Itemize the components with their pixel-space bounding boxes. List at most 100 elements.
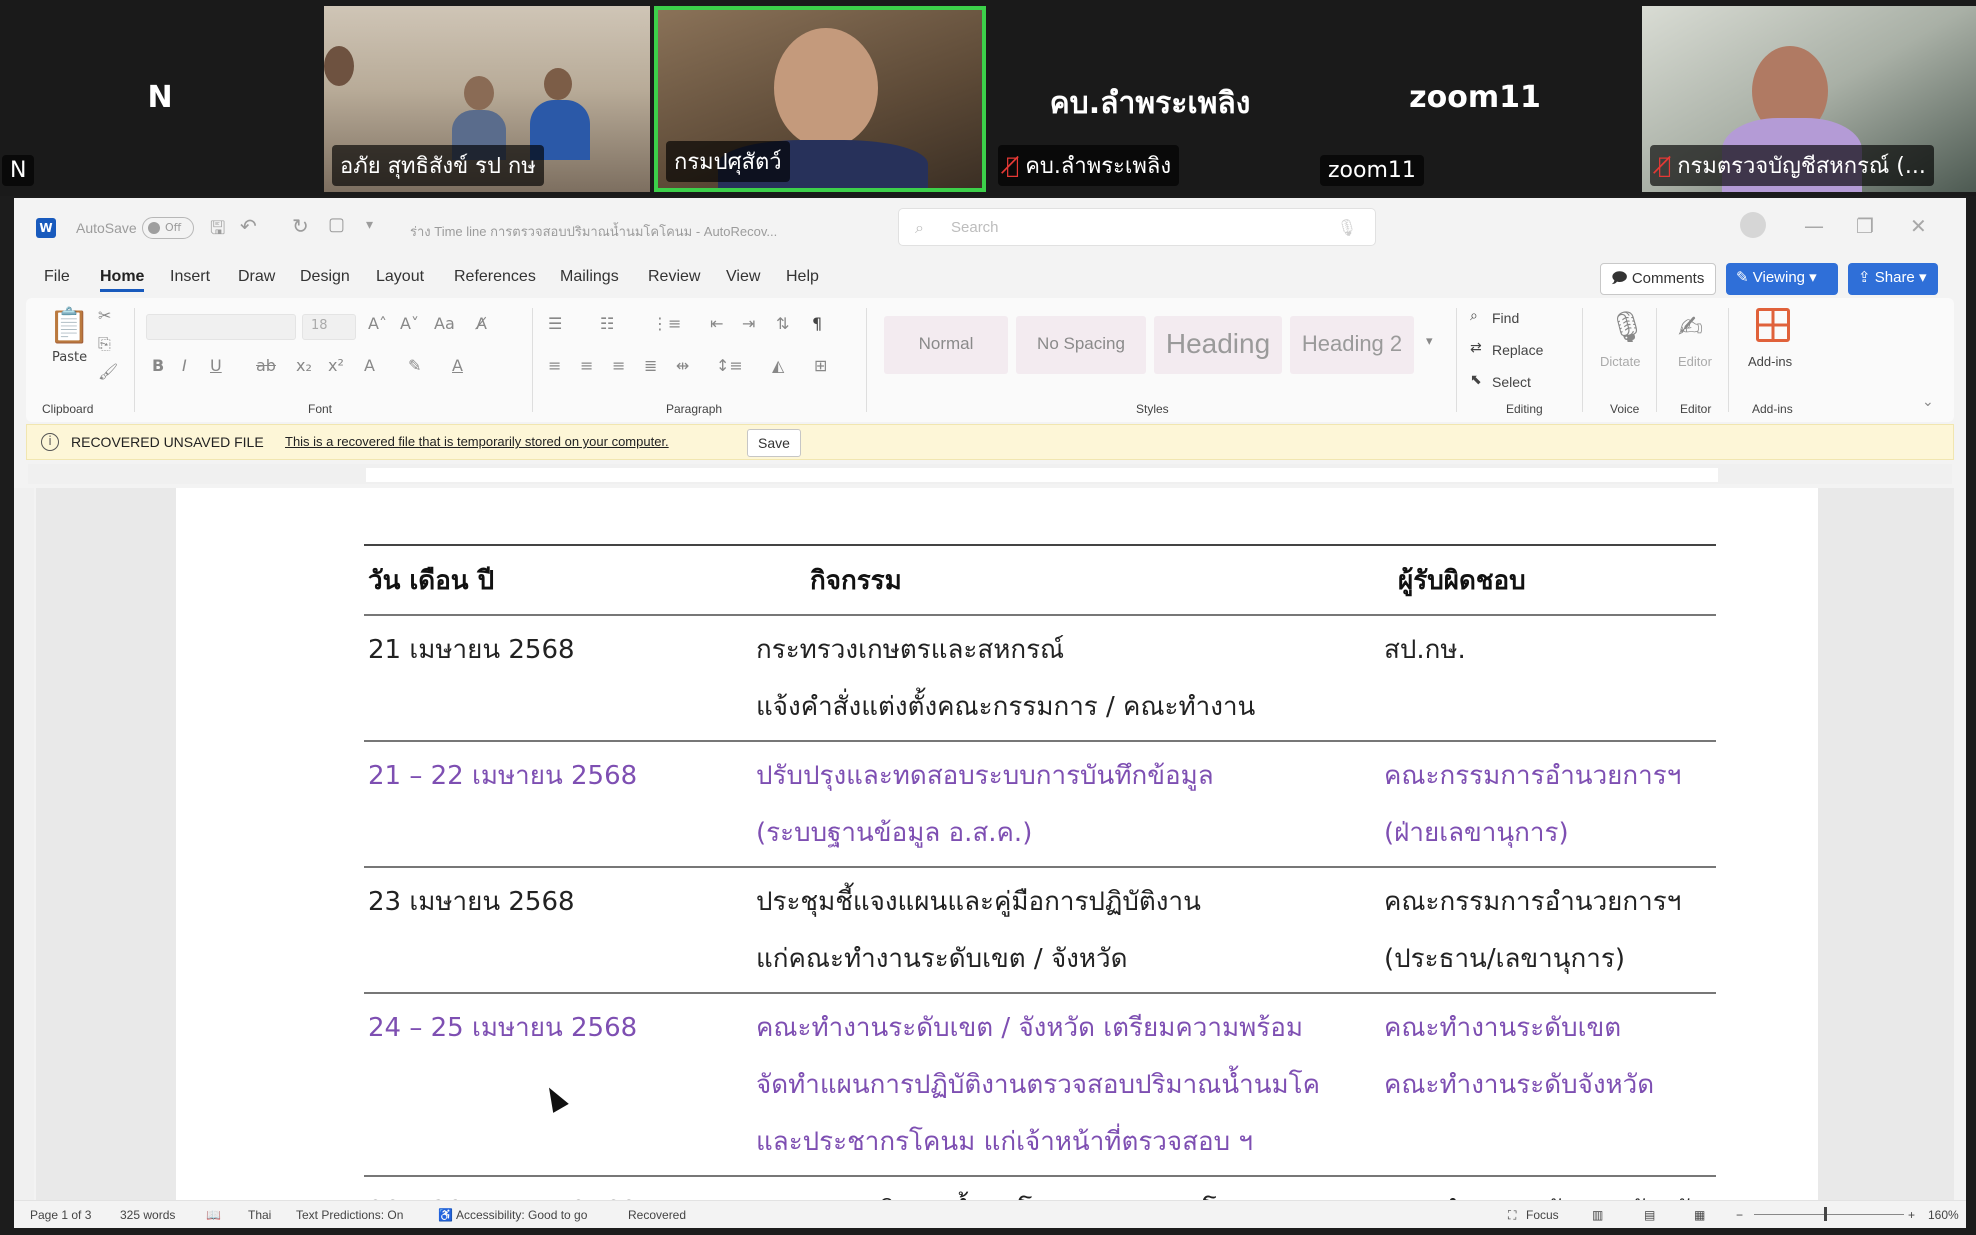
underline-icon[interactable]: U <box>210 356 222 375</box>
account-avatar[interactable] <box>1740 212 1766 238</box>
participant-tile-kb[interactable]: คบ.ลำพระเพลิง 🎙̸ คบ.ลำพระเพลิง <box>990 6 1310 192</box>
cell-activity[interactable]: ปรับปรุงและทดสอบระบบการบันทึกข้อมูล (ระบ… <box>752 741 1380 868</box>
thai-distributed-icon[interactable]: ⇹ <box>676 356 689 375</box>
participant-tile-zoom11[interactable]: zoom11 zoom11 <box>1312 6 1638 192</box>
comments-button[interactable]: 🗩 Comments <box>1600 263 1716 295</box>
tab-file[interactable]: File <box>44 268 70 286</box>
tab-review[interactable]: Review <box>648 268 700 286</box>
italic-icon[interactable]: I <box>182 356 187 375</box>
paste-icon[interactable]: 📋 <box>48 306 90 346</box>
search-box[interactable]: ⌕ Search 🎙 <box>898 208 1376 246</box>
print-layout-icon[interactable]: ▤ <box>1644 1208 1655 1222</box>
document-page[interactable]: วัน เดือน ปี กิจกรรม ผู้รับผิดชอบ 21 เมษ… <box>176 488 1818 1200</box>
find-label[interactable]: Find <box>1492 310 1519 326</box>
save-icon[interactable]: 🖫 <box>210 216 225 246</box>
tab-mailings[interactable]: Mailings <box>560 268 619 286</box>
bullets-icon[interactable]: ☰ <box>548 314 562 333</box>
style-normal[interactable]: Normal <box>884 316 1008 374</box>
cut-icon[interactable]: ✂ <box>98 306 111 325</box>
align-right-icon[interactable]: ≡ <box>612 356 625 375</box>
microphone-icon[interactable]: 🎙 <box>1337 218 1357 237</box>
editor-icon[interactable]: ✍ <box>1678 310 1703 345</box>
focus-label[interactable]: Focus <box>1526 1208 1559 1222</box>
cell-owner[interactable]: คณะทำงานระดับเขต/จังหวัด <box>1380 1176 1716 1200</box>
tab-design[interactable]: Design <box>300 268 350 286</box>
superscript-icon[interactable]: x² <box>328 356 344 375</box>
zoom-level[interactable]: 160% <box>1928 1208 1959 1222</box>
language-indicator[interactable]: Thai <box>248 1208 271 1222</box>
tab-layout[interactable]: Layout <box>376 268 424 286</box>
format-painter-icon[interactable]: 🖌 <box>98 362 118 381</box>
align-center-icon[interactable]: ≡ <box>580 356 593 375</box>
find-icon[interactable]: ⌕ <box>1470 308 1478 324</box>
viewing-mode-button[interactable]: ✎ Viewing ▾ <box>1726 263 1838 295</box>
cell-activity[interactable]: ตรวจสอบปริมาณน้ำนมโคและประชากรโคนม <box>752 1176 1380 1200</box>
zoom-in-icon[interactable]: + <box>1908 1208 1915 1222</box>
replace-icon[interactable]: ⇄ <box>1470 340 1482 356</box>
close-icon[interactable]: ✕ <box>1910 214 1927 238</box>
cell-owner[interactable]: คณะกรรมการอำนวยการฯ (ประธาน/เลขานุการ) <box>1380 867 1716 994</box>
select-icon[interactable]: ⬉ <box>1470 372 1482 388</box>
justify-icon[interactable]: ≣ <box>644 356 657 375</box>
style-heading-1[interactable]: Heading <box>1154 316 1282 374</box>
font-size-box[interactable]: 18 <box>302 314 356 340</box>
horizontal-ruler[interactable] <box>28 464 1952 484</box>
style-no-spacing[interactable]: No Spacing <box>1016 316 1146 374</box>
increase-indent-icon[interactable]: ⇥ <box>742 314 755 333</box>
cell-date[interactable]: 21 – 22 เมษายน 2568 <box>364 741 752 868</box>
copy-icon[interactable]: ⎘ <box>98 334 111 354</box>
align-left-icon[interactable]: ≡ <box>548 356 561 375</box>
add-ins-label[interactable]: Add-ins <box>1748 354 1792 369</box>
text-effects-icon[interactable]: A <box>364 356 375 375</box>
clear-formatting-icon[interactable]: A̸ <box>476 314 487 333</box>
save-button[interactable]: Save <box>747 429 801 457</box>
customize-toolbar-icon[interactable]: ▾ <box>366 216 373 233</box>
undo-icon[interactable]: ↶ <box>240 214 257 239</box>
tab-references[interactable]: References <box>454 268 536 286</box>
participant-tile-room[interactable]: อภัย สุทธิสังข์ รป กษ <box>324 6 650 192</box>
participant-tile-active-speaker[interactable]: กรมปศุสัตว์ <box>654 6 986 192</box>
change-case-icon[interactable]: Aa <box>434 314 455 333</box>
line-spacing-icon[interactable]: ↕≡ <box>716 356 743 375</box>
zoom-out-icon[interactable]: − <box>1736 1208 1743 1222</box>
bold-icon[interactable]: B <box>152 356 164 375</box>
autosave-toggle[interactable]: Off <box>142 217 194 239</box>
cell-activity[interactable]: คณะทำงานระดับเขต / จังหวัด เตรียมความพร้… <box>752 993 1380 1177</box>
paste-label[interactable]: Paste <box>52 350 87 365</box>
proofing-icon[interactable]: 📖 <box>206 1208 221 1222</box>
style-heading-2[interactable]: Heading 2 <box>1290 316 1414 374</box>
multilevel-list-icon[interactable]: ⋮≡ <box>652 314 681 333</box>
numbering-icon[interactable]: ☷ <box>600 314 614 333</box>
add-ins-icon[interactable] <box>1756 308 1790 342</box>
zoom-slider-thumb[interactable] <box>1824 1207 1827 1221</box>
cell-owner[interactable]: คณะกรรมการอำนวยการฯ (ฝ่ายเลขานุการ) <box>1380 741 1716 868</box>
shrink-font-icon[interactable]: A˅ <box>400 314 419 333</box>
word-count[interactable]: 325 words <box>120 1208 175 1222</box>
message-text-link[interactable]: This is a recovered file that is tempora… <box>285 434 669 449</box>
cell-owner[interactable]: คณะทำงานระดับเขต คณะทำงานระดับจังหวัด <box>1380 993 1716 1177</box>
shading-icon[interactable]: ◭ <box>772 356 784 375</box>
font-color-icon[interactable]: A <box>452 356 463 375</box>
tab-draw[interactable]: Draw <box>238 268 275 286</box>
highlight-icon[interactable]: ✎ <box>408 356 421 375</box>
vertical-ruler[interactable] <box>14 488 34 1200</box>
tab-view[interactable]: View <box>726 268 760 286</box>
show-formatting-icon[interactable]: ¶ <box>812 314 822 333</box>
decrease-indent-icon[interactable]: ⇤ <box>710 314 723 333</box>
replace-label[interactable]: Replace <box>1492 342 1543 358</box>
web-layout-icon[interactable]: ▦ <box>1694 1208 1705 1222</box>
restore-icon[interactable]: ❐ <box>1856 214 1874 238</box>
accessibility-status[interactable]: Accessibility: Good to go <box>456 1208 587 1222</box>
cell-date[interactable]: 28 – 30 เมษายน 2568 และ <box>364 1176 752 1200</box>
cell-date[interactable]: 21 เมษายน 2568 <box>364 615 752 742</box>
cell-owner[interactable]: สป.กษ. <box>1380 615 1716 742</box>
document-title[interactable]: ร่าง Time line การตรวจสอบปริมาณน้ำนมโคโค… <box>410 221 777 242</box>
editor-label[interactable]: Editor <box>1678 354 1712 369</box>
zoom-slider[interactable] <box>1754 1214 1904 1215</box>
share-button[interactable]: ⇪ Share ▾ <box>1848 263 1938 295</box>
page-count[interactable]: Page 1 of 3 <box>30 1208 91 1222</box>
cell-activity[interactable]: กระทรวงเกษตรและสหกรณ์ แจ้งคำสั่งแต่งตั้ง… <box>752 615 1380 742</box>
tab-insert[interactable]: Insert <box>170 268 210 286</box>
new-document-icon[interactable]: ▢ <box>328 214 345 235</box>
borders-icon[interactable]: ⊞ <box>814 356 827 375</box>
